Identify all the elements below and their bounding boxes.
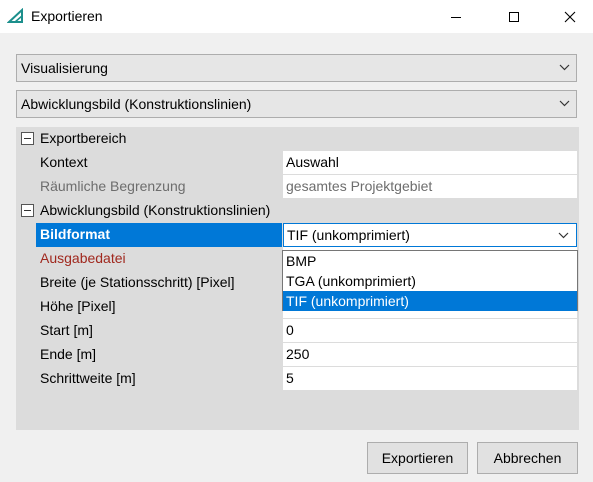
chevron-down-icon	[559, 64, 570, 71]
dropdown-option-tif[interactable]: TIF (unkomprimiert)	[283, 291, 577, 311]
property-value[interactable]: 5	[283, 367, 577, 390]
chevron-down-icon	[559, 100, 570, 107]
export-subtype-combo-value: Abwicklungsbild (Konstruktionslinien)	[21, 96, 252, 112]
property-name: Ausgabedatei	[40, 250, 126, 266]
property-name: Schrittweite [m]	[40, 370, 136, 386]
dropdown-option-bmp[interactable]: BMP	[283, 251, 577, 271]
dropdown-option-tga[interactable]: TGA (unkomprimiert)	[283, 271, 577, 291]
bildformat-options-list: BMP TGA (unkomprimiert) TIF (unkomprimie…	[282, 250, 578, 311]
collapse-minus-icon[interactable]	[21, 204, 34, 217]
chevron-down-icon	[558, 232, 569, 239]
property-row-bildformat[interactable]: Bildformat TIF (unkomprimiert)	[36, 223, 579, 247]
title-bar: Exportieren	[0, 0, 593, 33]
window-title: Exportieren	[31, 8, 103, 24]
property-value: gesamtes Projektgebiet	[283, 175, 577, 198]
maximize-icon	[509, 11, 519, 22]
property-row-raeumliche-begrenzung[interactable]: Räumliche Begrenzung gesamtes Projektgeb…	[36, 175, 579, 199]
export-button[interactable]: Exportieren	[367, 442, 468, 474]
category-abwicklungsbild[interactable]: Abwicklungsbild (Konstruktionslinien)	[16, 199, 579, 223]
property-value[interactable]: 0	[283, 319, 577, 342]
close-button[interactable]	[547, 0, 593, 33]
property-name: Start [m]	[40, 322, 93, 338]
export-type-combo[interactable]: Visualisierung	[16, 54, 577, 82]
bildformat-dropdown-value: TIF (unkomprimiert)	[287, 227, 410, 243]
property-name: Höhe [Pixel]	[40, 298, 116, 314]
cancel-button[interactable]: Abbrechen	[477, 442, 578, 474]
property-row-ende[interactable]: Ende [m] 250	[36, 343, 579, 367]
collapse-minus-icon[interactable]	[21, 132, 34, 145]
export-type-combo-value: Visualisierung	[21, 60, 108, 76]
property-name: Breite (je Stationsschritt) [Pixel]	[40, 274, 235, 290]
export-subtype-combo[interactable]: Abwicklungsbild (Konstruktionslinien)	[16, 90, 577, 118]
minimize-icon	[451, 16, 461, 18]
close-icon	[564, 11, 576, 22]
property-name: Bildformat	[36, 223, 282, 247]
category-label: Abwicklungsbild (Konstruktionslinien)	[40, 202, 271, 218]
category-exportbereich[interactable]: Exportbereich	[16, 127, 579, 151]
property-value[interactable]: Auswahl	[283, 151, 577, 174]
property-name: Kontext	[40, 154, 88, 170]
triangle-ruler-icon	[7, 8, 23, 23]
category-label: Exportbereich	[40, 130, 127, 146]
property-name: Ende [m]	[40, 346, 97, 362]
bildformat-dropdown[interactable]: TIF (unkomprimiert)	[283, 223, 577, 247]
maximize-button[interactable]	[491, 0, 537, 33]
property-row-schrittweite[interactable]: Schrittweite [m] 5	[36, 367, 579, 391]
minimize-button[interactable]	[433, 0, 479, 33]
property-name: Räumliche Begrenzung	[40, 178, 186, 194]
property-row-start[interactable]: Start [m] 0	[36, 319, 579, 343]
property-row-kontext[interactable]: Kontext Auswahl	[36, 151, 579, 175]
property-value[interactable]: 250	[283, 343, 577, 366]
